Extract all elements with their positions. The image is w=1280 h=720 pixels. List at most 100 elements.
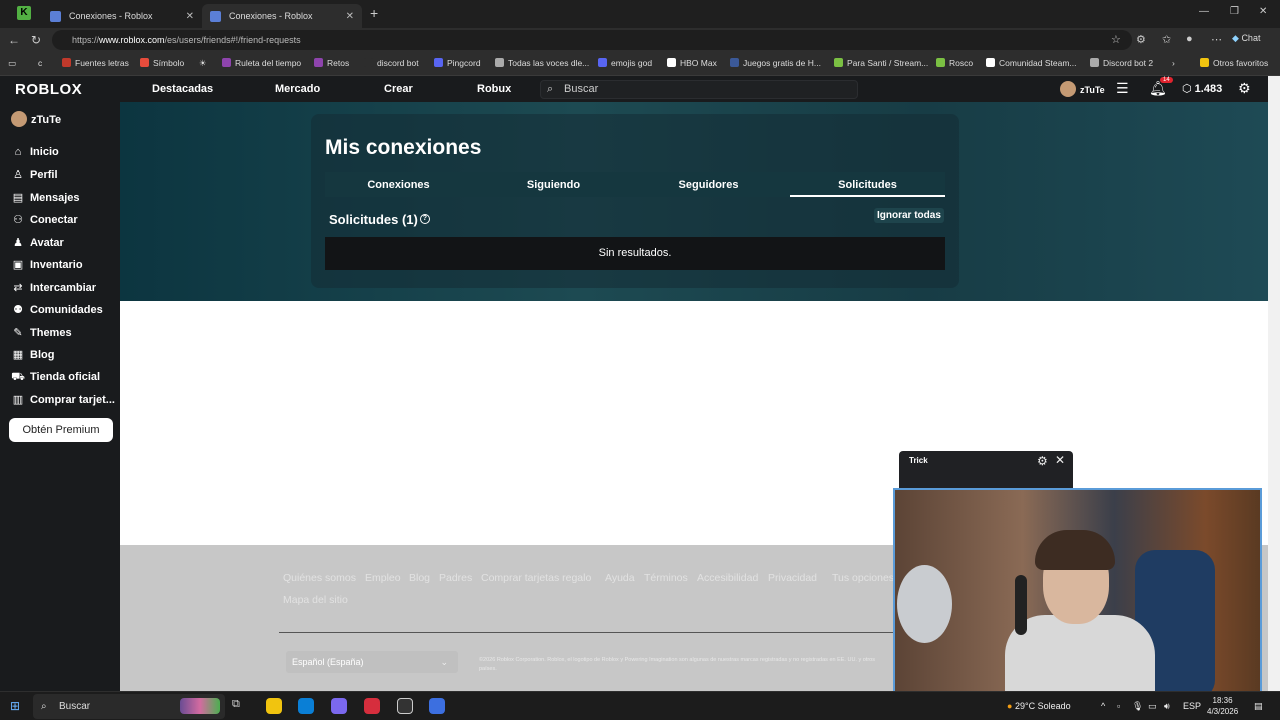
edge-browser-icon[interactable] xyxy=(298,698,314,714)
bookmark-toggle-icon[interactable]: ▭ xyxy=(8,58,16,69)
sidebar-item-conectar[interactable]: ⚇ Conectar xyxy=(11,213,78,226)
bookmark-item[interactable]: Otros favoritos xyxy=(1200,58,1268,68)
language-indicator[interactable]: ESP xyxy=(1183,701,1201,711)
nav-link-robux[interactable]: Robux xyxy=(477,83,511,95)
close-tab-icon[interactable]: ✕ xyxy=(186,11,194,22)
footer-link[interactable]: Privacidad xyxy=(768,572,817,584)
settings-gear-icon[interactable]: ⚙ xyxy=(1238,80,1251,97)
chat-button[interactable]: ◆ Chat xyxy=(1232,33,1260,44)
nav-link-featured[interactable]: Destacadas xyxy=(152,83,213,95)
browser-tab[interactable]: Conexiones - Roblox ✕ xyxy=(42,4,202,28)
footer-link[interactable]: Mapa del sitio xyxy=(283,594,348,606)
clock[interactable]: 18:36 4/3/2026 xyxy=(1207,695,1238,717)
footer-link[interactable]: Comprar tarjetas regalo xyxy=(481,572,591,584)
bookmark-item[interactable]: Todas las voces dle... xyxy=(495,58,589,68)
search-highlight-icon[interactable] xyxy=(180,698,220,714)
windows-start-icon[interactable]: ⊞ xyxy=(10,699,20,713)
tray-icon[interactable]: ▫ xyxy=(1117,701,1120,711)
sidebar-item-avatar[interactable]: ♟ Avatar xyxy=(11,236,64,249)
bookmark-icon[interactable]: ☀ xyxy=(199,58,207,69)
extensions-icon[interactable]: ⚙ xyxy=(1136,33,1146,46)
sidebar-item-intercambiar[interactable]: ⇄ Intercambiar xyxy=(11,281,96,294)
footer-link[interactable]: Términos xyxy=(644,572,688,584)
profile-icon[interactable]: ● xyxy=(1186,33,1193,45)
weather-widget[interactable]: ● 29°C Soleado xyxy=(1007,701,1071,711)
network-icon[interactable]: ▭ xyxy=(1148,701,1157,712)
sidebar-item-inventario[interactable]: ▣ Inventario xyxy=(11,258,83,271)
tab-connections[interactable]: Conexiones xyxy=(321,173,476,197)
help-icon[interactable]: ? xyxy=(419,214,430,224)
nav-link-marketplace[interactable]: Mercado xyxy=(275,83,320,95)
overlay-close-icon[interactable]: ✕ xyxy=(1055,453,1065,467)
bookmarks-overflow-icon[interactable]: › xyxy=(1172,58,1175,68)
footer-link[interactable]: Accesibilidad xyxy=(697,572,758,584)
ignore-all-button[interactable]: Ignorar todas xyxy=(874,208,944,223)
sidebar-item-perfil[interactable]: ♙ Perfil xyxy=(11,168,57,181)
minimize-icon[interactable]: — xyxy=(1199,6,1209,17)
close-tab-icon[interactable]: ✕ xyxy=(346,11,354,22)
obs-icon[interactable] xyxy=(397,698,413,714)
bookmark-item[interactable]: Rosco xyxy=(936,58,973,68)
microphone-icon[interactable]: 🎙︎ xyxy=(1132,701,1143,712)
footer-link[interactable]: Ayuda xyxy=(605,572,635,584)
sidebar-item-mensajes[interactable]: ▤ Mensajes xyxy=(11,191,80,204)
sidebar-item-tienda[interactable]: ⛟ Tienda oficial xyxy=(11,371,100,385)
bookmark-icon[interactable]: c xyxy=(38,58,42,68)
get-premium-button[interactable]: Obtén Premium xyxy=(9,418,113,442)
bookmark-item[interactable]: discord bot xyxy=(364,58,419,68)
footer-link[interactable]: Blog xyxy=(409,572,430,584)
star-icon[interactable]: ☆ xyxy=(1111,33,1121,46)
roblox-app-icon[interactable] xyxy=(429,698,445,714)
sidebar-item-comunidades[interactable]: ⚉ Comunidades xyxy=(11,303,103,316)
sidebar-user[interactable]: zTuTe xyxy=(11,111,61,127)
bookmark-item[interactable]: HBO Max xyxy=(667,58,717,68)
tab-followers[interactable]: Seguidores xyxy=(631,173,786,197)
scrollbar[interactable] xyxy=(1268,76,1280,691)
media-app-icon[interactable] xyxy=(364,698,380,714)
url-field[interactable]: https://www.roblox.com/es/users/friends#… xyxy=(52,30,1132,50)
menu-icon[interactable]: ☰ xyxy=(1116,80,1129,97)
roblox-logo[interactable]: ROBLOX xyxy=(15,81,82,98)
reload-icon[interactable]: ↻ xyxy=(31,33,41,47)
footer-link[interactable]: Padres xyxy=(439,572,472,584)
volume-icon[interactable]: 🔊︎ xyxy=(1164,701,1170,712)
footer-link[interactable]: Tus opciones xyxy=(832,572,894,584)
pinned-tab-icon[interactable]: K xyxy=(17,6,31,20)
bookmark-item[interactable]: Retos xyxy=(314,58,349,68)
new-tab-icon[interactable]: + xyxy=(370,5,378,21)
more-icon[interactable]: ⋯ xyxy=(1211,33,1222,46)
tab-following[interactable]: Siguiendo xyxy=(476,173,631,197)
bookmark-item[interactable]: Juegos gratis de H... xyxy=(730,58,821,68)
notifications-center-icon[interactable]: ▤ xyxy=(1254,701,1263,712)
footer-link[interactable]: Quiénes somos xyxy=(283,572,356,584)
file-explorer-icon[interactable] xyxy=(266,698,282,714)
nav-user[interactable]: zTuTe xyxy=(1060,81,1105,97)
nav-link-create[interactable]: Crear xyxy=(384,83,413,95)
bookmark-item[interactable]: Ruleta del tiempo xyxy=(222,58,301,68)
sidebar-item-inicio[interactable]: ⌂ Inicio xyxy=(11,146,59,158)
bookmark-item[interactable]: Símbolo xyxy=(140,58,184,68)
sidebar-item-blog[interactable]: ▦ Blog xyxy=(11,348,55,361)
discord-icon[interactable] xyxy=(331,698,347,714)
language-select[interactable]: Español (España) ⌄ xyxy=(286,651,458,673)
tab-requests[interactable]: Solicitudes xyxy=(790,173,945,197)
restore-icon[interactable]: ❐ xyxy=(1230,6,1239,17)
search-input[interactable]: ⌕ Buscar xyxy=(540,80,858,99)
bookmark-item[interactable]: Para Santi / Stream... xyxy=(834,58,928,68)
footer-link[interactable]: Empleo xyxy=(365,572,401,584)
back-icon[interactable]: ← xyxy=(8,33,20,47)
favorites-icon[interactable]: ✩ xyxy=(1162,33,1171,46)
overlay-settings-icon[interactable]: ⚙ xyxy=(1037,454,1048,468)
bookmark-item[interactable]: Fuentes letras xyxy=(62,58,129,68)
robux-balance[interactable]: ⬡ 1.483 xyxy=(1182,82,1222,95)
sidebar-item-gift-cards[interactable]: ▥ Comprar tarjet... xyxy=(11,393,115,406)
bookmark-item[interactable]: Pingcord xyxy=(434,58,481,68)
bookmark-item[interactable]: Discord bot 2 xyxy=(1090,58,1153,68)
task-view-icon[interactable]: ⧉ xyxy=(232,698,248,714)
browser-tab-active[interactable]: Conexiones - Roblox ✕ xyxy=(202,4,362,28)
sidebar-item-themes[interactable]: ✎ Themes xyxy=(11,326,71,339)
tray-overflow-icon[interactable]: ^ xyxy=(1101,701,1105,711)
bookmark-item[interactable]: emojis god xyxy=(598,58,652,68)
close-window-icon[interactable]: ✕ xyxy=(1259,6,1267,17)
bookmark-item[interactable]: Comunidad Steam... xyxy=(986,58,1076,68)
